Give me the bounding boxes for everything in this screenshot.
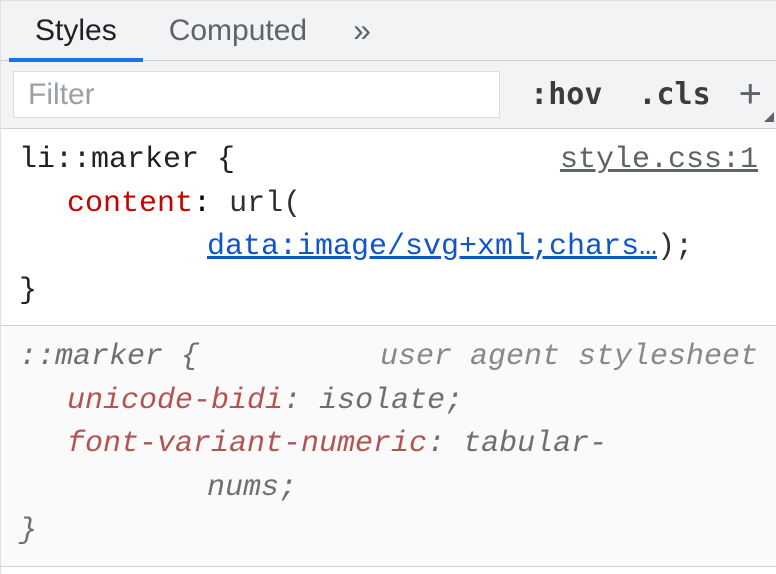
css-property[interactable]: content — [67, 187, 193, 221]
rule-selector: ::marker — [19, 340, 163, 374]
brace-open: { — [181, 340, 199, 374]
css-value: tabular- — [463, 427, 607, 461]
tabs-overflow-button[interactable]: » — [333, 12, 388, 49]
colon: : — [283, 384, 301, 418]
hov-toggle[interactable]: :hov — [512, 61, 620, 128]
rule-selector[interactable]: li::marker — [19, 143, 199, 177]
tab-computed[interactable]: Computed — [143, 1, 333, 61]
plus-icon: + — [739, 72, 762, 117]
cls-toggle[interactable]: .cls — [620, 61, 728, 128]
css-property: font-variant-numeric — [67, 427, 427, 461]
style-rules: li::marker { style.css:1 content: url( d… — [1, 129, 776, 567]
dropdown-corner-icon — [764, 112, 774, 122]
css-declaration: unicode-bidi: isolate; — [19, 380, 758, 424]
colon: : — [193, 187, 211, 221]
css-value: isolate; — [319, 384, 463, 418]
new-style-rule-button[interactable]: + — [729, 61, 776, 128]
brace-open: { — [217, 143, 235, 177]
url-value-link[interactable]: data:image/svg+xml;chars… — [207, 230, 657, 264]
rule-header: ::marker { user agent stylesheet — [19, 336, 758, 380]
rule-selector-line: li::marker { — [19, 139, 235, 183]
css-value-wrap: nums; — [207, 471, 297, 505]
brace-close: } — [19, 510, 758, 554]
style-rule[interactable]: li::marker { style.css:1 content: url( d… — [1, 129, 776, 326]
rule-source-user-agent: user agent stylesheet — [380, 336, 758, 380]
css-declaration: font-variant-numeric: tabular- nums; — [19, 423, 758, 510]
tab-styles[interactable]: Styles — [9, 1, 143, 61]
css-property: unicode-bidi — [67, 384, 283, 418]
colon: : — [427, 427, 445, 461]
url-fn-close: ); — [657, 230, 693, 264]
filter-input[interactable] — [13, 71, 500, 118]
brace-close: } — [19, 270, 758, 314]
rule-source-link[interactable]: style.css:1 — [560, 139, 758, 183]
style-rule-user-agent[interactable]: ::marker { user agent stylesheet unicode… — [1, 326, 776, 567]
panel-tabs: Styles Computed » — [1, 1, 776, 61]
rule-selector-line: ::marker { — [19, 336, 199, 380]
url-fn-open: url( — [229, 187, 301, 221]
rule-header: li::marker { style.css:1 — [19, 139, 758, 183]
css-declaration[interactable]: content: url( data:image/svg+xml;chars…)… — [19, 183, 758, 270]
styles-toolbar: :hov .cls + — [1, 61, 776, 129]
